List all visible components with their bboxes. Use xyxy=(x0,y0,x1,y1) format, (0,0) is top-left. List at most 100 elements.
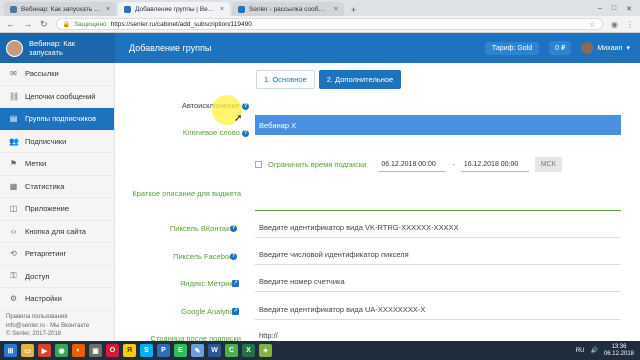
close-tab-icon[interactable]: × xyxy=(220,6,224,13)
fb-pixel-label-row: Пиксель Facebook xyxy=(135,252,237,261)
photoshop-icon[interactable]: P xyxy=(157,344,170,357)
external-link-icon[interactable]: ↗ xyxy=(232,308,239,315)
maximize-icon[interactable]: □ xyxy=(612,5,616,13)
app-icon: ◫ xyxy=(9,204,18,214)
timezone-badge: МСК xyxy=(534,157,562,172)
windows-start-icon[interactable]: ⊞ xyxy=(4,344,17,357)
rules-link[interactable]: Правила пользования xyxy=(6,313,89,322)
browser-tab-1[interactable]: Вебинар: Как запускать приб... × xyxy=(4,2,116,16)
retarget-icon: ⟲ xyxy=(10,249,17,259)
volume-icon[interactable]: 🔊 xyxy=(590,347,597,354)
camtasia-icon[interactable]: C xyxy=(225,344,238,357)
fb-pixel-label: Пиксель Facebook xyxy=(173,252,237,261)
help-icon[interactable]: ? xyxy=(230,253,237,260)
ga-input[interactable]: Введите идентификатор вида UA-XXXXXXXX-X xyxy=(255,300,621,320)
url-field[interactable]: 🔒 Защищено https://senler.ru/cabinet/add… xyxy=(55,18,604,30)
clock-time: 13:36 xyxy=(611,343,627,350)
firefox-icon[interactable]: ◐ xyxy=(72,344,85,357)
close-window-icon[interactable]: ✕ xyxy=(626,5,632,13)
help-icon[interactable]: ? xyxy=(242,102,249,110)
close-tab-icon[interactable]: × xyxy=(106,6,110,13)
gear-icon: ⚙ xyxy=(9,294,18,304)
tag-icon: ⚑ xyxy=(9,159,18,169)
address-bar: ← → ↻ 🔒 Защищено https://senler.ru/cabin… xyxy=(0,16,640,33)
vk-pixel-label: Пиксель ВКонтакте xyxy=(169,224,237,233)
short-desc-textarea[interactable] xyxy=(255,175,621,211)
after-page-input[interactable]: http:// xyxy=(255,329,621,341)
chain-icon: ⛓ xyxy=(9,91,20,101)
contacts-text[interactable]: info@senler.ru · Мы Вконтакте xyxy=(6,322,89,331)
clock-date: 06.12.2018 xyxy=(603,350,634,357)
excel-icon[interactable]: X xyxy=(242,344,255,357)
sidebar-item-subscribers[interactable]: 👥 Подписчики xyxy=(0,131,114,153)
sidebar-item-label: Группы подписчиков xyxy=(25,114,97,124)
app-header: Вебинар: Как запускать Добавление группы… xyxy=(0,33,640,63)
external-link-icon[interactable]: ↗ xyxy=(232,280,239,287)
limit-time-checkbox[interactable] xyxy=(255,161,262,168)
back-icon[interactable]: ← xyxy=(6,19,15,29)
bookmark-star-icon[interactable]: ☆ xyxy=(589,20,596,29)
explorer-icon[interactable]: ▭ xyxy=(21,344,34,357)
sidebar-item-site-button[interactable]: ‹› Кнопка для сайта xyxy=(0,221,114,243)
sidebar-item-access[interactable]: ⚿ Доступ xyxy=(0,266,114,288)
ga-label: Google Analytics xyxy=(181,307,237,316)
balance-badge[interactable]: 0 ₽ xyxy=(549,41,572,55)
fb-pixel-input[interactable]: Введите числовой идентификатор пикселя xyxy=(255,245,621,265)
ym-label: Яндекс Метрика xyxy=(180,279,237,288)
media-icon[interactable]: ▶ xyxy=(38,344,51,357)
tab-extra[interactable]: 2. Дополнительное xyxy=(318,70,402,89)
minimize-icon[interactable]: – xyxy=(598,5,602,13)
vk-pixel-input[interactable]: Введите идентификатор вида VK-RTRG-XXXXX… xyxy=(255,218,621,238)
sidebar-item-stats[interactable]: ▦ Статистика xyxy=(0,176,114,198)
chrome-icon[interactable]: ◉ xyxy=(55,344,68,357)
sidebar-item-label: Ретаргетинг xyxy=(25,249,67,259)
app-icon[interactable]: ▣ xyxy=(89,344,102,357)
senler-favicon-icon xyxy=(124,5,131,13)
skype-icon[interactable]: S xyxy=(140,344,153,357)
tab-basic[interactable]: 1. Основное xyxy=(256,70,315,89)
sidebar-item-label: Метки xyxy=(25,159,47,169)
date-to-input[interactable]: 16.12.2018 00:00 xyxy=(460,157,529,172)
keyword-input[interactable]: Вебинар X xyxy=(255,115,621,135)
yandex-icon[interactable]: Я xyxy=(123,344,136,357)
new-tab-button[interactable]: + xyxy=(346,5,361,16)
vk-pixel-label-row: Пиксель ВКонтакте xyxy=(135,224,237,233)
mouse-cursor-icon: ➚ xyxy=(234,113,243,124)
sidebar-item-chains[interactable]: ⛓ Цепочки сообщений xyxy=(0,86,114,108)
reload-icon[interactable]: ↻ xyxy=(40,19,48,30)
folder-icon: ▤ xyxy=(9,114,18,124)
close-tab-icon[interactable]: × xyxy=(334,6,338,13)
sidebar-item-tags[interactable]: ⚑ Метки xyxy=(0,153,114,176)
system-tray: RU 🔊 13:36 06.12.2018 xyxy=(576,344,640,358)
app2-icon[interactable]: ✦ xyxy=(259,344,272,357)
ga-label-row: Google Analytics xyxy=(135,307,237,316)
clock[interactable]: 13:36 06.12.2018 xyxy=(604,344,634,358)
notepad-icon[interactable]: ✎ xyxy=(191,344,204,357)
word-icon[interactable]: W xyxy=(208,344,221,357)
user-menu[interactable]: Михаил ▾ xyxy=(581,42,630,54)
browser-tab-title: Senler - рассылка сообщений xyxy=(249,5,330,13)
menu-icon[interactable]: ⋮ xyxy=(626,20,634,29)
sidebar-footer: Правила пользования info@senler.ru · Мы … xyxy=(6,313,89,339)
community-brand[interactable]: Вебинар: Как запускать xyxy=(0,33,115,63)
sidebar-item-settings[interactable]: ⚙ Настройки xyxy=(0,288,114,311)
date-from-input[interactable]: 06.12.2018 00:00 xyxy=(378,157,447,172)
language-indicator[interactable]: RU xyxy=(576,348,585,354)
copyright-text: © Senler, 2017-2018 xyxy=(6,331,62,337)
sidebar-item-groups[interactable]: ▤ Группы подписчиков xyxy=(0,108,114,131)
evernote-icon[interactable]: E xyxy=(174,344,187,357)
ym-input[interactable]: Введите номер счетчика xyxy=(255,272,621,292)
sidebar-item-mailings[interactable]: ✉ Рассылки xyxy=(0,63,114,86)
tariff-badge[interactable]: Тариф: Gold xyxy=(485,41,540,55)
forward-icon[interactable]: → xyxy=(23,19,32,29)
browser-tab-2[interactable]: Добавление группы | Вебина... × xyxy=(118,2,230,16)
help-icon[interactable]: ? xyxy=(242,129,249,137)
extension-icon[interactable]: ◉ xyxy=(611,20,618,29)
help-icon[interactable]: ? xyxy=(230,225,237,232)
sidebar-item-retargeting[interactable]: ⟲ Ретаргетинг xyxy=(0,243,114,266)
sidebar-item-app[interactable]: ◫ Приложение xyxy=(0,198,114,221)
opera-icon[interactable]: O xyxy=(106,344,119,357)
header-right: Тариф: Gold 0 ₽ Михаил ▾ xyxy=(485,41,640,55)
mail-icon: ✉ xyxy=(10,69,17,79)
browser-tab-3[interactable]: Senler - рассылка сообщений × xyxy=(232,2,344,16)
